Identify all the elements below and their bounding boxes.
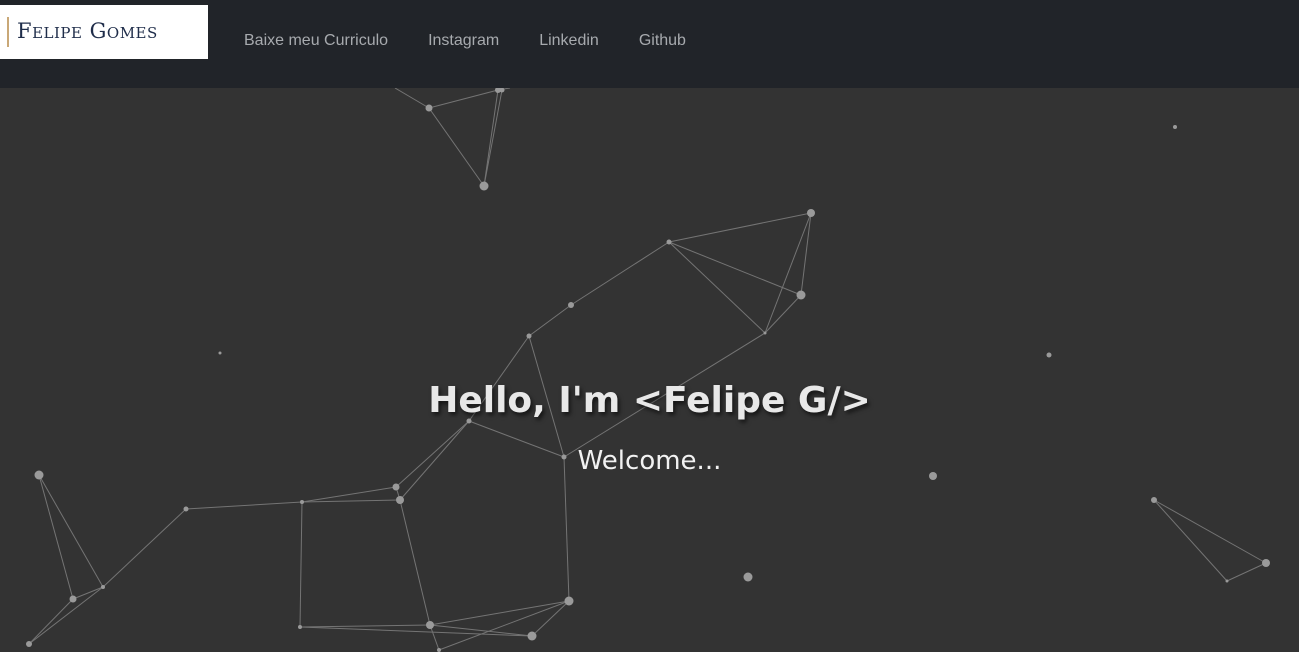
particle-link (394, 88, 430, 109)
particle-link (668, 241, 802, 296)
particle-dot (568, 302, 574, 308)
top-navbar: Felipe Gomes Baixe meu Curriculo Instagr… (0, 0, 1299, 88)
particle-link (483, 89, 503, 187)
brand-logo[interactable]: Felipe Gomes (0, 5, 208, 59)
particle-dot (479, 181, 489, 191)
particle-link (764, 294, 802, 334)
hero-title: Hello, I'm <Felipe G/> (428, 380, 871, 421)
particle-link (185, 501, 303, 510)
particle-link (570, 241, 670, 306)
hero-section: Hello, I'm <Felipe G/> Welcome... (0, 88, 1299, 652)
particle-link (38, 474, 104, 588)
particle-link (299, 501, 303, 628)
particle-link (38, 474, 74, 600)
particle-dot (1173, 125, 1177, 129)
particle-dot (1262, 559, 1270, 567)
particle-dot (300, 500, 304, 504)
particle-link (1153, 499, 1228, 582)
particle-dot (101, 585, 105, 589)
particle-dot (396, 496, 404, 504)
particle-link (428, 107, 485, 187)
particle-link (28, 598, 74, 645)
particle-dot (426, 621, 434, 629)
nav-link-instagram[interactable]: Instagram (428, 30, 499, 52)
nav-link-linkedin[interactable]: Linkedin (539, 30, 599, 52)
particle-dot (437, 648, 441, 652)
particle-dot (1151, 497, 1157, 503)
nav-link-github[interactable]: Github (639, 30, 686, 52)
particle-link (668, 212, 812, 243)
particle-dot (666, 239, 672, 245)
particle-network-background (26, 88, 1270, 652)
particle-link (399, 499, 431, 626)
particle-link (563, 456, 570, 602)
nav-links: Baixe meu Curriculo Instagram Linkedin G… (244, 30, 726, 52)
particle-link (483, 89, 499, 187)
particle-link (668, 241, 766, 334)
particle-dot (425, 104, 433, 112)
particle-dot (807, 209, 815, 217)
hero-subtitle: Welcome... (577, 446, 722, 476)
particle-dot (763, 331, 767, 335)
particle-link (1153, 499, 1267, 564)
particle-link (102, 508, 187, 588)
particle-dot (1046, 352, 1052, 358)
logo-accent-bar (7, 17, 9, 47)
particle-link (301, 486, 397, 503)
particle-link (72, 586, 104, 600)
particle-dot (796, 290, 806, 300)
particle-dot (218, 351, 222, 355)
particle-link (428, 89, 499, 109)
particle-dot (1225, 579, 1229, 583)
particle-dot (69, 595, 77, 603)
particle-link (528, 304, 572, 337)
nav-link-curriculo[interactable]: Baixe meu Curriculo (244, 30, 388, 52)
particle-link (301, 499, 401, 503)
particle-dot (298, 625, 302, 629)
particle-link (28, 586, 104, 645)
particle-dot (526, 333, 532, 339)
particle-dot (743, 572, 753, 582)
particle-link (299, 624, 431, 628)
particle-dot (183, 506, 189, 512)
particle-dot (26, 641, 32, 647)
particle-dot (527, 631, 537, 641)
particle-link (438, 600, 570, 651)
particle-dot (564, 596, 574, 606)
particle-link (1226, 562, 1267, 582)
particle-dot (392, 483, 400, 491)
brand-name: Felipe Gomes (17, 19, 158, 43)
